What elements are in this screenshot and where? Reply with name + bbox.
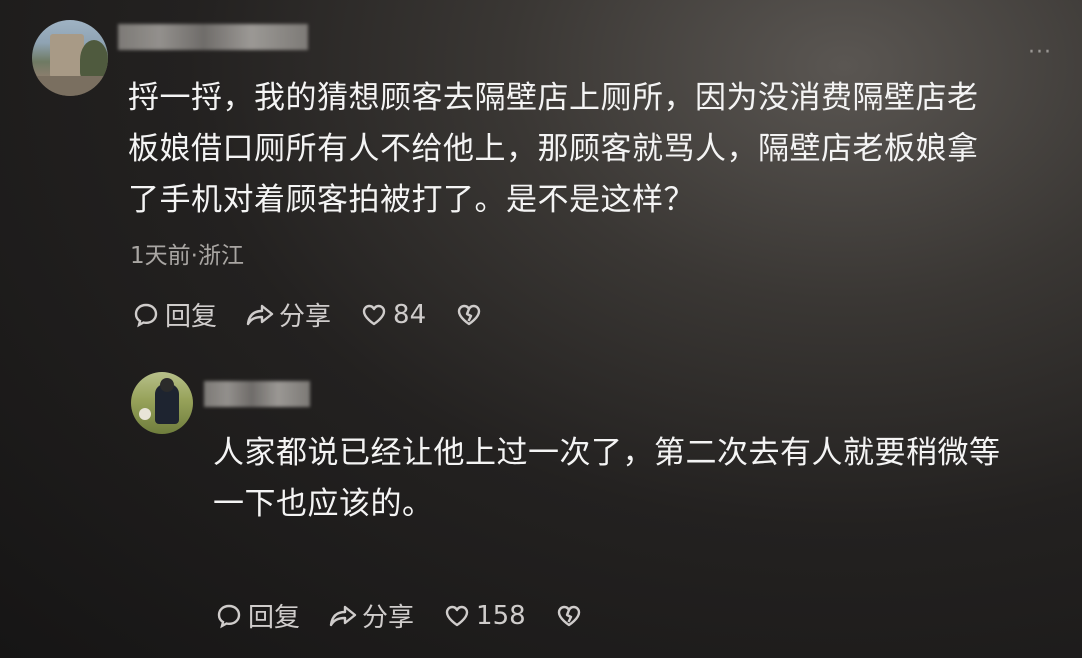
comment-meta: 1天前·浙江	[130, 243, 244, 269]
avatar-ground	[32, 76, 108, 96]
dislike-button[interactable]	[554, 601, 588, 631]
avatar-tree	[80, 40, 108, 80]
share-button[interactable]: 分享	[245, 296, 331, 333]
avatar[interactable]	[131, 372, 193, 434]
avatar-building	[50, 34, 84, 78]
like-count: 84	[393, 299, 427, 330]
share-label: 分享	[362, 603, 415, 633]
heart-icon	[359, 300, 389, 330]
reply-label: 回复	[248, 603, 301, 633]
avatar-head	[160, 378, 174, 392]
comment-bubble-icon	[214, 601, 244, 631]
heart-icon	[442, 601, 472, 631]
comment-line: 人家都说已经让他上过一次了，第二次去有人就要稍微等	[213, 435, 1001, 471]
reply-button[interactable]: 回复	[214, 597, 300, 634]
share-arrow-icon	[245, 300, 275, 330]
like-count: 158	[476, 600, 526, 631]
like-button[interactable]: 84	[359, 300, 426, 330]
avatar-dog	[139, 408, 151, 420]
like-button[interactable]: 158	[442, 601, 526, 631]
comment-line: 板娘借口厕所有人不给他上，那顾客就骂人，隔壁店老板娘拿	[128, 131, 979, 167]
broken-heart-icon	[454, 300, 484, 330]
dislike-button[interactable]	[454, 300, 488, 330]
comment-text: 捋一捋，我的猜想顾客去隔壁店上厕所，因为没消费隔壁店老 板娘借口厕所有人不给他上…	[128, 73, 1063, 226]
comment-actions: 回复 分享 84	[131, 296, 516, 333]
username-blurred[interactable]	[118, 24, 308, 50]
reply-button[interactable]: 回复	[131, 296, 217, 333]
comment-line: 一下也应该的。	[213, 486, 434, 522]
share-label: 分享	[279, 302, 332, 332]
share-button[interactable]: 分享	[328, 597, 414, 634]
avatar[interactable]	[32, 20, 108, 96]
share-arrow-icon	[328, 601, 358, 631]
comment-text: 人家都说已经让他上过一次了，第二次去有人就要稍微等 一下也应该的。	[213, 428, 1073, 530]
comment-actions: 回复 分享 158	[214, 597, 616, 634]
broken-heart-icon	[554, 601, 584, 631]
comment-line: 捋一捋，我的猜想顾客去隔壁店上厕所，因为没消费隔壁店老	[128, 80, 979, 116]
reply-label: 回复	[165, 302, 218, 332]
comment-line: 了手机对着顾客拍被打了。是不是这样？	[128, 182, 695, 218]
comment-bubble-icon	[131, 300, 161, 330]
more-icon[interactable]: ···	[1028, 40, 1052, 65]
username-blurred[interactable]	[204, 381, 310, 407]
